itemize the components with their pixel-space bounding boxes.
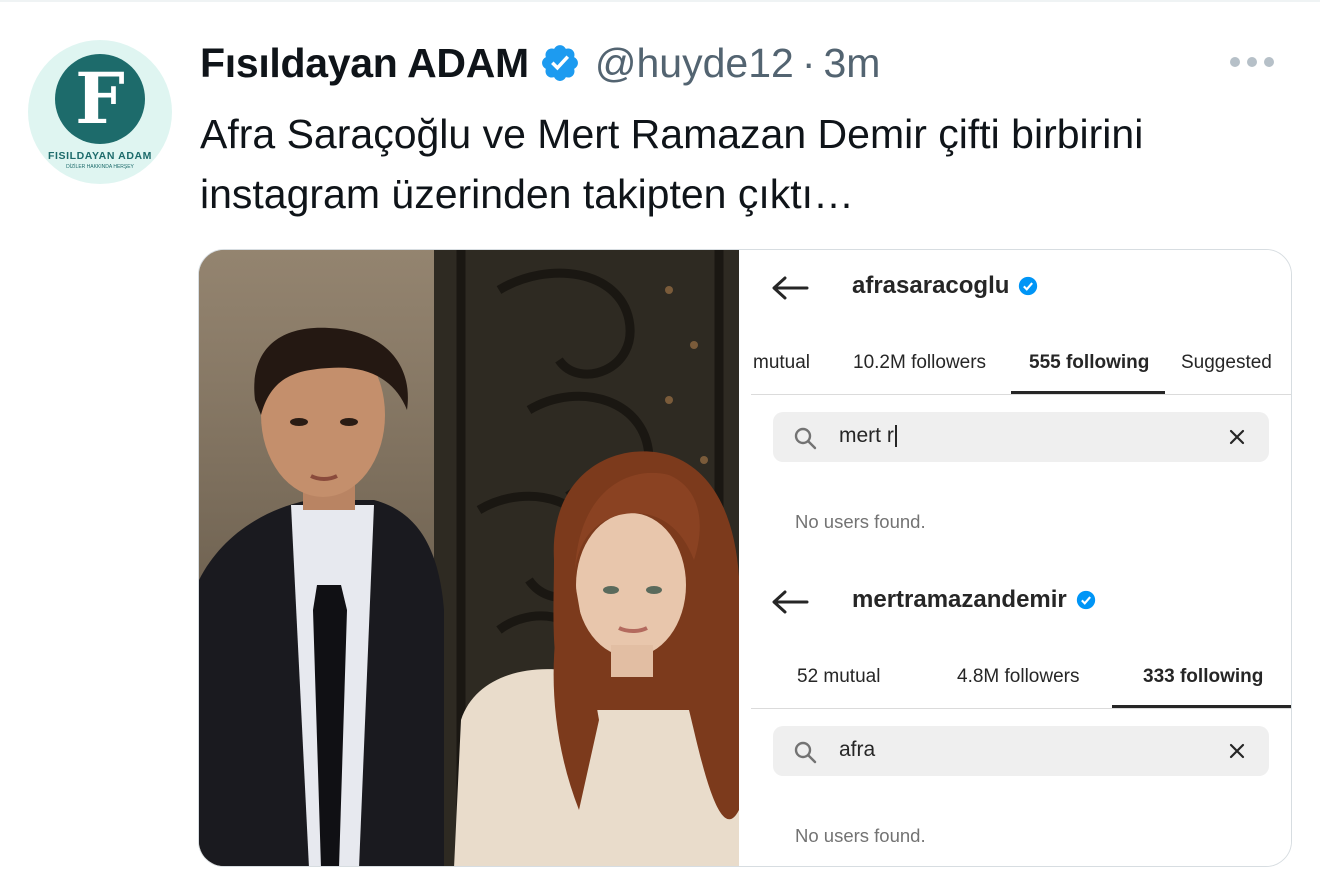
avatar-logo-disc: F [55, 54, 145, 144]
verified-badge-icon [1076, 590, 1095, 610]
clear-icon[interactable] [1227, 427, 1247, 447]
tab-following[interactable]: 333 following [1143, 666, 1263, 688]
tweet-text: Afra Saraçoğlu ve Mert Ramazan Demir çif… [200, 111, 1144, 217]
tab-mutual[interactable]: 52 mutual [797, 666, 880, 688]
search-icon [794, 741, 817, 764]
avatar-brand-text: FISILDAYAN ADAM [47, 150, 153, 162]
verified-badge-icon [1019, 276, 1038, 296]
instagram-username-text: afrasaracoglu [852, 272, 1010, 299]
instagram-username: afrasaracoglu [852, 272, 1038, 300]
back-arrow-icon[interactable] [771, 590, 809, 614]
tab-suggested[interactable]: Suggested [1181, 352, 1272, 374]
no-results-message: No users found. [795, 825, 926, 846]
search-field[interactable]: mert r [773, 412, 1269, 462]
tab-divider [751, 708, 1291, 709]
more-options-icon[interactable] [1230, 52, 1274, 72]
verified-badge-icon[interactable] [539, 42, 581, 84]
tweet-header: Fısıldayan ADAM @huyde12 · 3m [200, 38, 880, 88]
timestamp[interactable]: 3m [823, 40, 880, 87]
photo-still[interactable] [199, 250, 739, 866]
more-dot [1230, 57, 1240, 67]
separator-dot: · [801, 39, 816, 86]
search-icon [794, 427, 817, 450]
search-input[interactable]: mert r [839, 424, 897, 448]
more-dot [1264, 57, 1274, 67]
tab-followers[interactable]: 4.8M followers [957, 666, 1080, 688]
no-results-message: No users found. [795, 511, 926, 532]
instagram-username: mertramazandemir [852, 586, 1096, 614]
tweet-media[interactable]: afrasaracoglu mutual 10.2M followers 555… [198, 249, 1292, 867]
more-dot [1247, 57, 1257, 67]
avatar-logo-letter: F [75, 57, 125, 140]
tab-followers[interactable]: 10.2M followers [853, 352, 986, 374]
search-input[interactable]: afra [839, 738, 875, 762]
user-handle[interactable]: @huyde12 [595, 40, 794, 87]
avatar-tagline: DİZİLER HAKKINDA HERŞEY [66, 164, 134, 170]
search-field[interactable]: afra [773, 726, 1269, 776]
instagram-username-text: mertramazandemir [852, 586, 1067, 613]
tab-mutual[interactable]: mutual [753, 352, 810, 374]
text-caret [894, 425, 897, 448]
clear-icon[interactable] [1227, 741, 1247, 761]
display-name[interactable]: Fısıldayan ADAM [200, 40, 529, 87]
top-divider [0, 0, 1320, 2]
search-input-value: mert r [839, 424, 894, 447]
instagram-screenshots: afrasaracoglu mutual 10.2M followers 555… [739, 250, 1291, 866]
tab-divider [751, 394, 1291, 395]
tab-following[interactable]: 555 following [1029, 352, 1149, 374]
couple-photo-illustration [199, 250, 739, 866]
avatar[interactable]: F FISILDAYAN ADAM DİZİLER HAKKINDA HERŞE… [28, 40, 172, 184]
back-arrow-icon[interactable] [771, 276, 809, 300]
